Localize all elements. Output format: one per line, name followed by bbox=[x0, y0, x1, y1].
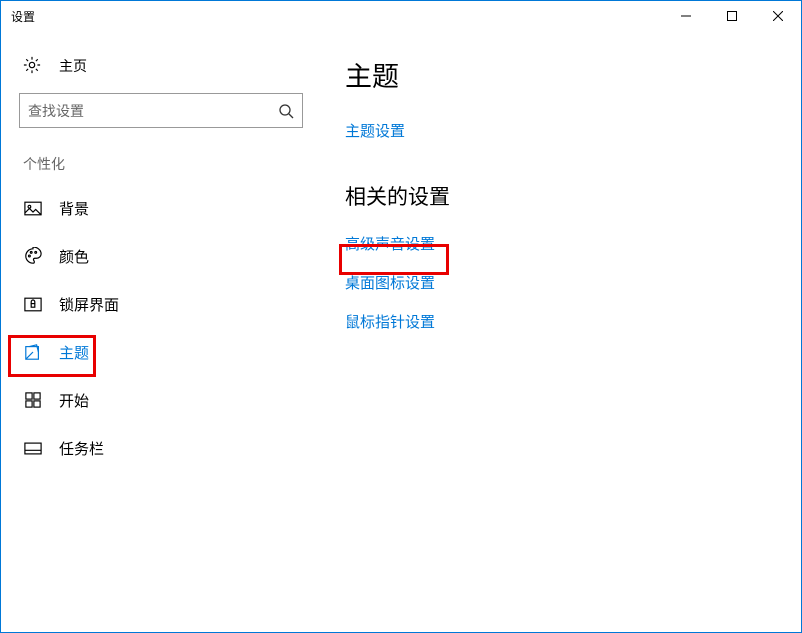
home-label: 主页 bbox=[59, 56, 87, 76]
sidebar-item-label: 颜色 bbox=[59, 246, 89, 267]
sidebar-item-label: 任务栏 bbox=[59, 438, 104, 459]
close-button[interactable] bbox=[755, 1, 801, 31]
sidebar-item-background[interactable]: 背景 bbox=[1, 184, 321, 232]
theme-settings-link[interactable]: 主题设置 bbox=[345, 116, 777, 145]
image-icon bbox=[23, 201, 43, 216]
palette-icon bbox=[23, 247, 43, 265]
search-input[interactable] bbox=[28, 103, 278, 119]
sidebar-item-label: 背景 bbox=[59, 198, 89, 219]
search-box[interactable] bbox=[19, 93, 303, 128]
maximize-button[interactable] bbox=[709, 1, 755, 31]
main-content: 主题 主题设置 相关的设置 高级声音设置 桌面图标设置 鼠标指针设置 bbox=[321, 31, 801, 632]
sidebar-item-taskbar[interactable]: 任务栏 bbox=[1, 424, 321, 472]
search-icon bbox=[278, 103, 294, 119]
advanced-sound-link[interactable]: 高级声音设置 bbox=[345, 229, 777, 258]
sidebar-item-label: 主题 bbox=[59, 342, 89, 363]
mouse-pointer-settings-link[interactable]: 鼠标指针设置 bbox=[345, 307, 777, 336]
minimize-button[interactable] bbox=[663, 1, 709, 31]
start-icon bbox=[23, 392, 43, 408]
gear-icon bbox=[23, 56, 43, 77]
sidebar-item-label: 锁屏界面 bbox=[59, 294, 119, 315]
sidebar-item-start[interactable]: 开始 bbox=[1, 376, 321, 424]
sidebar-item-label: 开始 bbox=[59, 390, 89, 411]
window-controls bbox=[663, 1, 801, 31]
desktop-icon-settings-link[interactable]: 桌面图标设置 bbox=[345, 268, 777, 297]
related-heading: 相关的设置 bbox=[345, 181, 777, 211]
page-heading: 主题 bbox=[345, 55, 777, 94]
sidebar-item-themes[interactable]: 主题 bbox=[1, 328, 321, 376]
sidebar-item-lockscreen[interactable]: 锁屏界面 bbox=[1, 280, 321, 328]
titlebar: 设置 bbox=[1, 1, 801, 31]
sidebar: 主页 个性化 背景 bbox=[1, 31, 321, 632]
taskbar-icon bbox=[23, 442, 43, 455]
home-button[interactable]: 主页 bbox=[1, 43, 321, 89]
sidebar-section-label: 个性化 bbox=[1, 128, 321, 184]
window-title: 设置 bbox=[11, 8, 35, 25]
lock-screen-icon bbox=[23, 297, 43, 312]
sidebar-item-colors[interactable]: 颜色 bbox=[1, 232, 321, 280]
theme-icon bbox=[23, 343, 43, 361]
